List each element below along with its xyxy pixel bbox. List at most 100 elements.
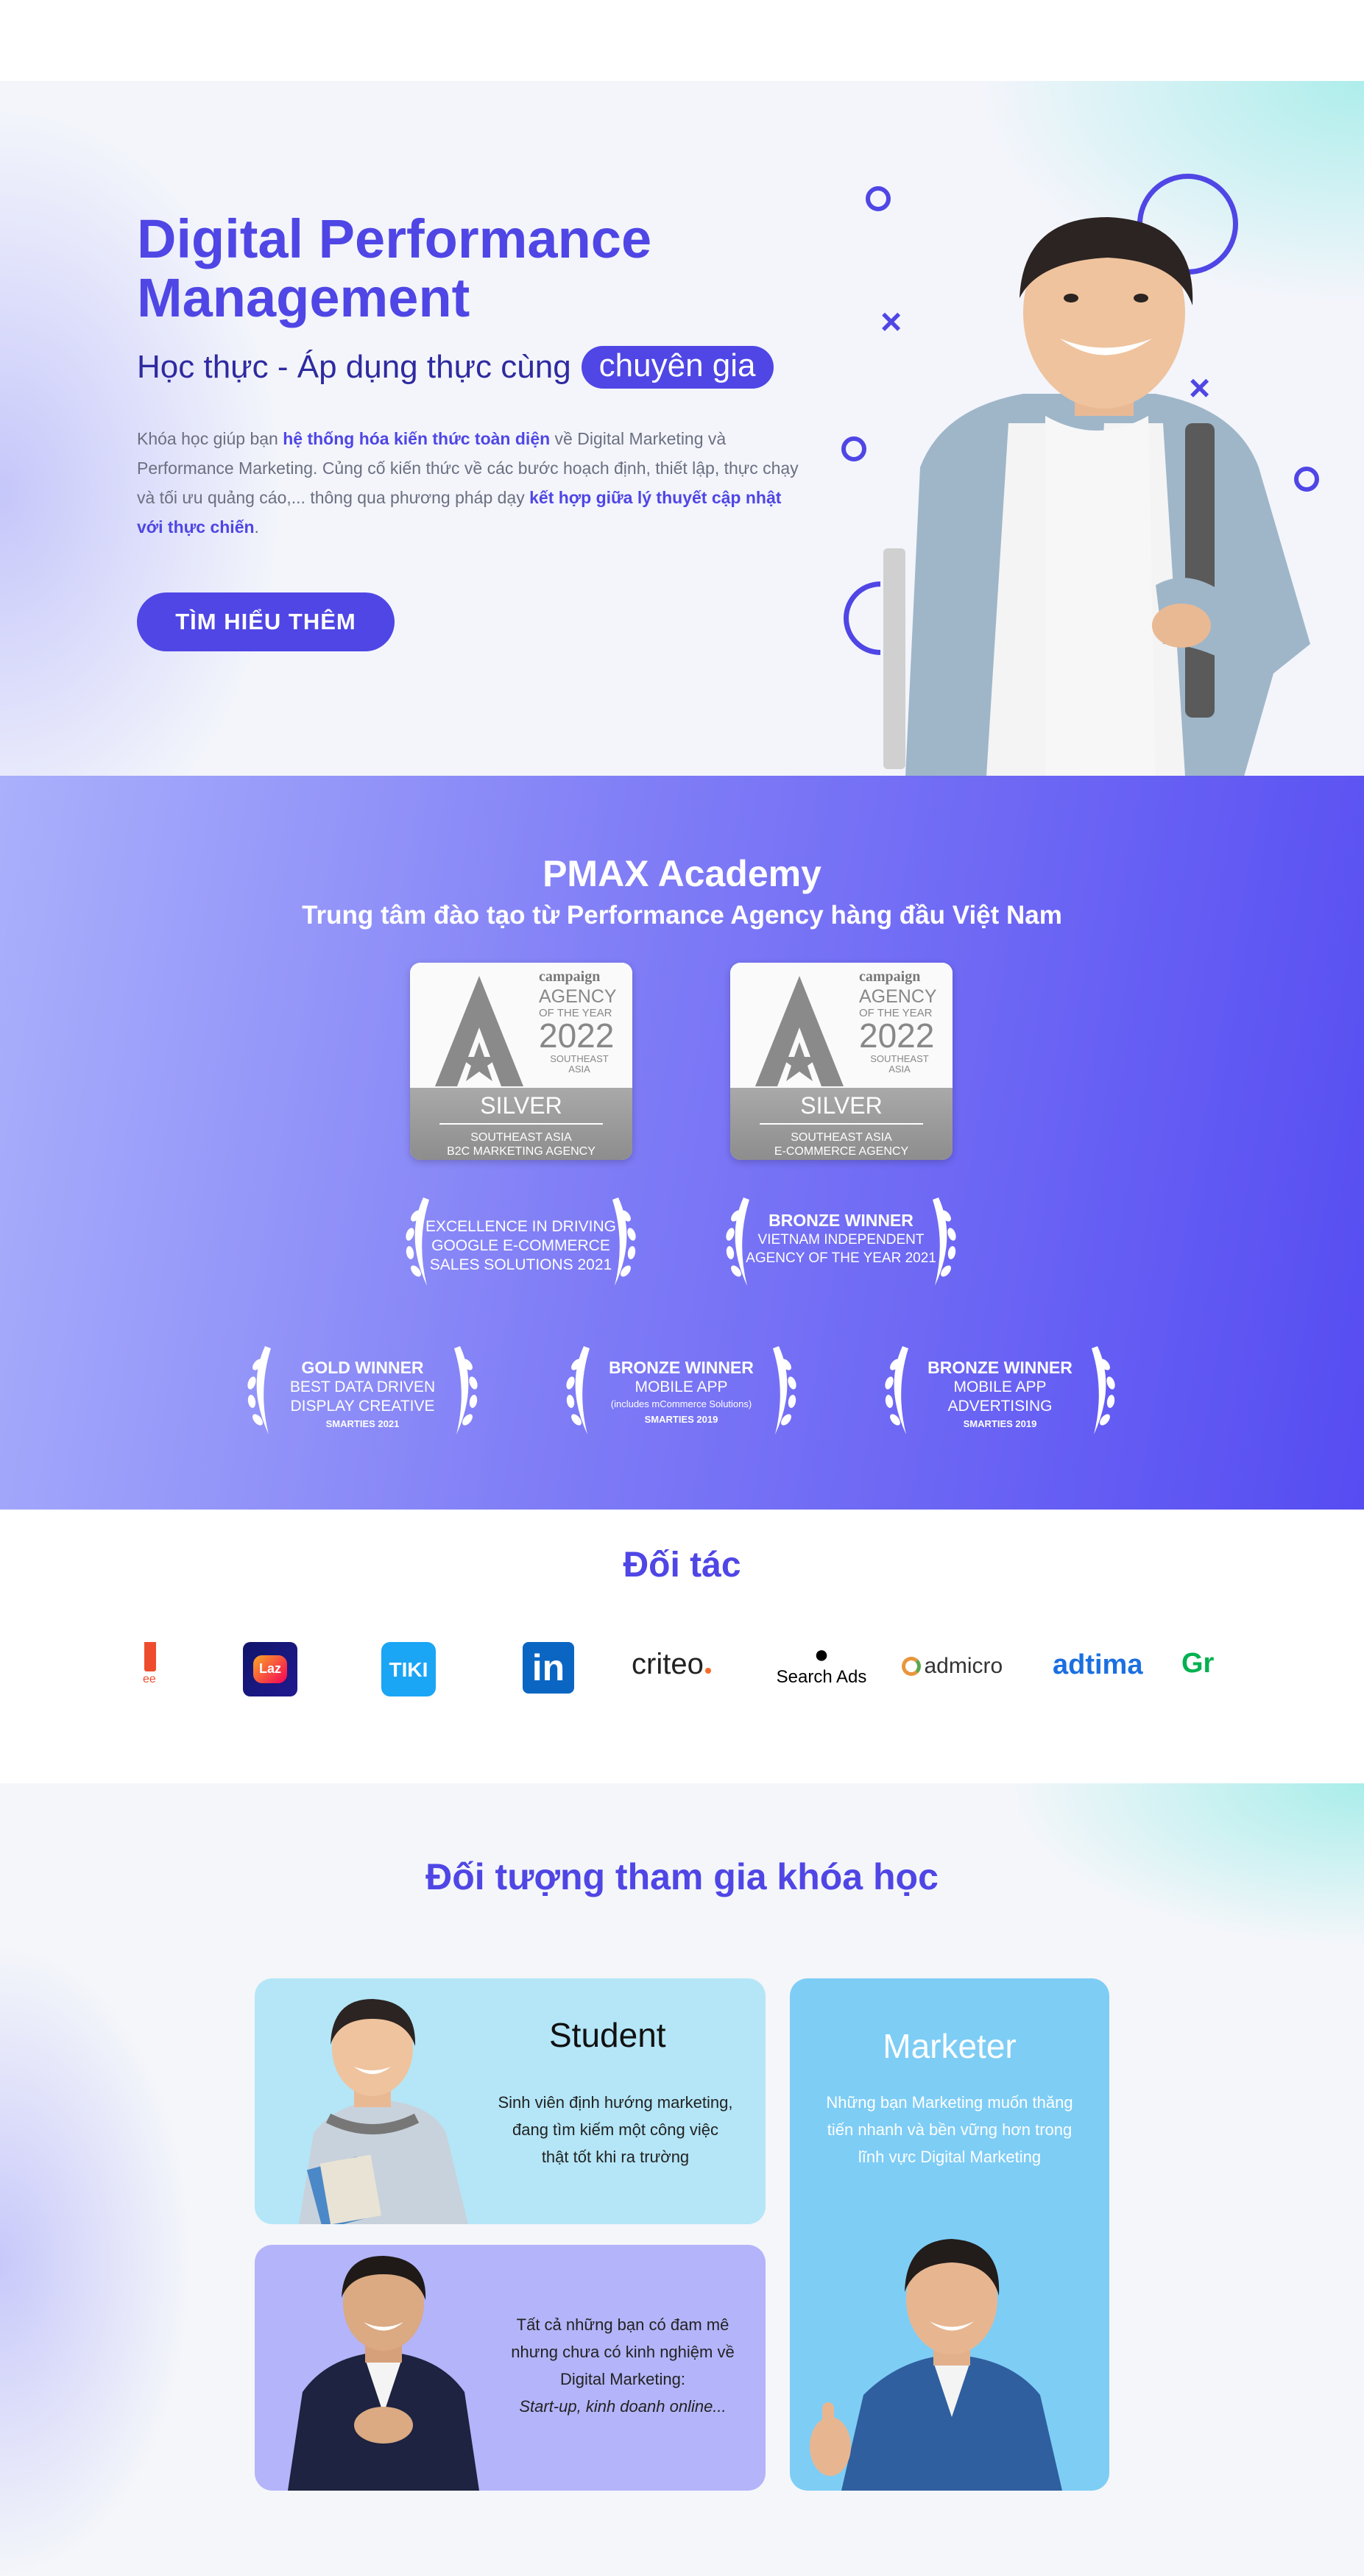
badge-region: SOUTHEAST ASIA — [870, 1053, 929, 1075]
starter-card[interactable]: Tất cả những bạn có đam mê nhưng chưa có… — [255, 2245, 766, 2491]
hero-title-line1: Digital Performance — [137, 208, 652, 269]
hero-subtitle-text: Học thực - Áp dụng thực cùng — [137, 349, 571, 385]
apple-icon: ● — [813, 1641, 830, 1669]
laurel-award-text: GOLD WINNER BEST DATA DRIVEN DISPLAY CRE… — [250, 1357, 475, 1432]
marketer-photo — [810, 2239, 1062, 2491]
admicro-logo[interactable]: admicro — [902, 1654, 1012, 1691]
lazada-logo-text: Laz — [258, 1661, 281, 1676]
laurel-head: BRONZE WINNER — [927, 1358, 1073, 1377]
agency-a-icon — [435, 976, 523, 1086]
criteo-logo-text: criteo — [632, 1648, 704, 1680]
laurel-head: BRONZE WINNER — [609, 1358, 754, 1377]
laurel-line: MOBILE APP — [953, 1379, 1047, 1395]
badge-year: 2022 — [859, 1016, 935, 1055]
grab-logo[interactable]: Gr — [1181, 1648, 1226, 1685]
hero-title: Digital Performance Management — [137, 210, 799, 328]
admicro-logo-text: admicro — [924, 1654, 1003, 1678]
hero-subtitle-chip: chuyên gia — [581, 346, 774, 389]
hero-subtitle: Học thực - Áp dụng thực cùng chuyên gia — [137, 346, 774, 389]
target-audience-section: Đối tượng tham gia khóa học Student Sinh… — [0, 1783, 1364, 2576]
starter-desc-example: Start-up, kinh doanh online... — [519, 2397, 727, 2416]
criteo-dot-icon — [704, 1668, 711, 1674]
student-card[interactable]: Student Sinh viên định hướng marketing, … — [255, 1978, 766, 2224]
laurel-award-text: BRONZE WINNER VIETNAM INDEPENDENT AGENCY… — [729, 1210, 953, 1267]
hero-desc-part1: Khóa học giúp bạn — [137, 429, 283, 448]
student-title: Student — [549, 2016, 666, 2054]
admicro-swoosh-icon — [902, 1657, 921, 1676]
shopee-logo[interactable]: ee — [140, 1642, 162, 1694]
marketer-card[interactable]: Marketer Những bạn Marketing muốn thăng … — [790, 1978, 1109, 2491]
badge-category-line1: SOUTHEAST ASIA — [791, 1131, 892, 1144]
student-desc-line: thật tốt khi ra trường — [541, 2148, 690, 2166]
linkedin-logo[interactable]: in — [523, 1642, 574, 1694]
student-desc-line: Sinh viên định hướng marketing, — [498, 2093, 733, 2112]
laurel-head: BRONZE WINNER — [768, 1211, 914, 1230]
marketer-title: Marketer — [883, 2027, 1017, 2065]
laurel-line: GOOGLE E-COMMERCE — [431, 1237, 610, 1254]
badge-level: SILVER — [480, 1092, 562, 1119]
partners-section: Đối tác ee Laz TIKI in criteo ● Search A… — [0, 1510, 1364, 1783]
laurel-line: VIETNAM INDEPENDENT — [757, 1232, 925, 1248]
search-ads-text: Search Ads — [776, 1667, 867, 1687]
hero-section: Digital Performance Management Học thực … — [0, 81, 1364, 776]
badge-divider — [760, 1123, 923, 1125]
awards-section: PMAX Academy Trung tâm đào tạo từ Perfor… — [0, 776, 1364, 1510]
hero-title-line2: Management — [137, 267, 470, 328]
hero-desc-part3: . — [254, 517, 259, 537]
laurel-award-text: BRONZE WINNER MOBILE APP (includes mComm… — [569, 1357, 794, 1428]
badge-agency: AGENCY — [859, 986, 937, 1007]
shopee-logo-text: ee — [143, 1673, 156, 1685]
marketer-desc-line: lĩnh vực Digital Marketing — [858, 2148, 1042, 2166]
badge-category-line2: B2C MARKETING AGENCY — [447, 1145, 596, 1158]
badge-brand: campaign — [859, 969, 921, 985]
laurel-foot: SMARTIES 2019 — [963, 1418, 1037, 1429]
laurel-line: EXCELLENCE IN DRIVING — [425, 1218, 617, 1235]
marketer-desc-line: Những bạn Marketing muốn thăng — [826, 2093, 1073, 2112]
grab-logo-text: Gr — [1181, 1648, 1215, 1679]
apple-search-ads-logo[interactable]: ● Search Ads — [770, 1642, 873, 1694]
awards-subtitle: Trung tâm đào tạo từ Performance Agency … — [302, 901, 1062, 930]
hero-student-photo — [883, 217, 1310, 776]
laurel-line: MOBILE APP — [635, 1379, 728, 1395]
badge-category-line2: E-COMMERCE AGENCY — [774, 1145, 909, 1158]
learn-more-button[interactable]: TÌM HIỂU THÊM — [137, 592, 395, 651]
lazada-logo[interactable]: Laz — [243, 1642, 297, 1696]
laurel-head: GOLD WINNER — [301, 1358, 424, 1377]
laurel-line: AGENCY OF THE YEAR 2021 — [746, 1250, 936, 1266]
adtima-logo[interactable]: adtima — [1053, 1649, 1156, 1686]
starter-desc-line: Tất cả những bạn có đam mê — [516, 2315, 729, 2334]
marketer-desc-line: tiến nhanh và bền vững hơn trong — [827, 2120, 1073, 2139]
hero-desc-highlight1: hệ thống hóa kiến thức toàn diện — [283, 429, 551, 448]
hero-description: Khóa học giúp bạn hệ thống hóa kiến thức… — [137, 424, 803, 542]
badge-brand: campaign — [539, 969, 601, 985]
laurel-award-text: EXCELLENCE IN DRIVING GOOGLE E-COMMERCE … — [409, 1217, 633, 1275]
adtima-logo-text: adtima — [1053, 1649, 1143, 1680]
student-photo — [299, 1999, 468, 2224]
target-title: Đối tượng tham gia khóa học — [425, 1856, 939, 1897]
shopee-bag-icon — [144, 1642, 156, 1671]
starter-desc-line: nhưng chưa có kinh nghiệm về — [511, 2343, 735, 2361]
campaign-award-badge: campaign AGENCY OF THE YEAR 2022 SOUTHEA… — [730, 963, 953, 1160]
tiki-logo[interactable]: TIKI — [381, 1642, 436, 1696]
laurel-line: DISPLAY CREATIVE — [290, 1398, 435, 1415]
student-description: Sinh viên định hướng marketing, đang tìm… — [476, 2089, 755, 2170]
badge-category-line1: SOUTHEAST ASIA — [470, 1131, 572, 1144]
laurel-line: ADVERTISING — [947, 1398, 1053, 1415]
badge-category: SOUTHEAST ASIA E-COMMERCE AGENCY — [730, 1130, 953, 1158]
awards-title: PMAX Academy — [543, 853, 821, 894]
badge-year: 2022 — [539, 1016, 615, 1055]
marketer-description: Những bạn Marketing muốn thăng tiến nhan… — [808, 2089, 1091, 2170]
badge-region: SOUTHEAST ASIA — [550, 1053, 609, 1075]
linkedin-logo-text: in — [531, 1647, 565, 1688]
laurel-foot: SMARTIES 2019 — [644, 1414, 718, 1425]
laurel-note: (includes mCommerce Solutions) — [610, 1398, 752, 1409]
badge-level: SILVER — [800, 1092, 883, 1119]
starter-photo — [288, 2256, 479, 2491]
starter-description: Tất cả những bạn có đam mê nhưng chưa có… — [490, 2311, 755, 2420]
agency-a-icon — [755, 976, 844, 1086]
laurel-line: SALES SOLUTIONS 2021 — [429, 1256, 612, 1273]
laurel-foot: SMARTIES 2021 — [325, 1418, 400, 1429]
partners-title: Đối tác — [623, 1546, 741, 1585]
criteo-logo[interactable]: criteo — [632, 1648, 735, 1692]
laurel-line: BEST DATA DRIVEN — [289, 1379, 436, 1395]
